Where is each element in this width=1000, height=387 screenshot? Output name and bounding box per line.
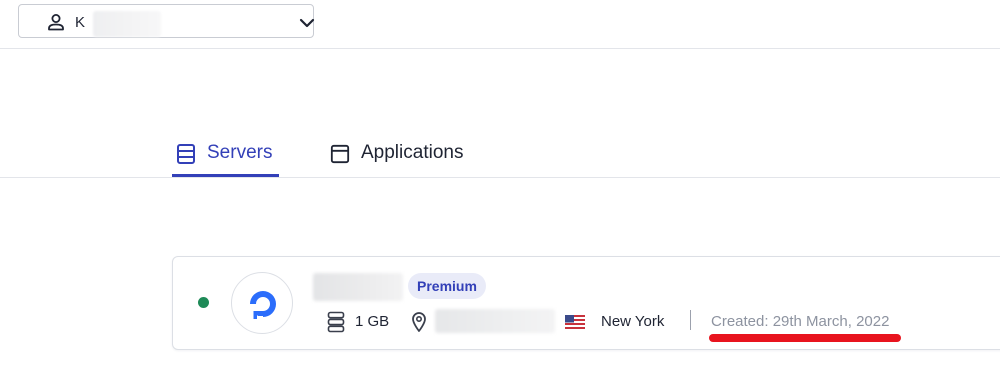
meta-divider (690, 310, 691, 330)
redacted-ip-address (435, 309, 555, 333)
plan-badge: Premium (408, 273, 486, 299)
tab-servers[interactable]: Servers (172, 140, 279, 177)
tab-applications[interactable]: Applications (326, 140, 486, 177)
digitalocean-logo (250, 291, 276, 319)
redacted-account-name (93, 11, 161, 37)
server-stack-icon (177, 144, 195, 164)
tab-bar: Servers Applications (0, 128, 1000, 178)
window-icon (330, 144, 350, 164)
us-flag-icon (565, 315, 585, 329)
tab-applications-label: Applications (361, 142, 464, 163)
chevron-down-icon[interactable] (299, 17, 315, 29)
location-pin-icon (412, 312, 426, 332)
redacted-server-name (313, 273, 403, 301)
server-meta-row: 1 GB New York Created: 29th March, 2022 (323, 309, 1000, 335)
provider-logo (231, 272, 293, 334)
app-frame: K Servers Applications Premium 1 GB New … (0, 0, 1000, 387)
created-date: Created: 29th March, 2022 (711, 313, 890, 330)
status-indicator (198, 297, 209, 308)
server-size: 1 GB (355, 313, 390, 330)
account-selector[interactable]: K (18, 4, 315, 38)
highlight-underline (709, 334, 901, 342)
top-header: K (0, 0, 1000, 49)
user-icon (48, 14, 64, 31)
tab-servers-label: Servers (207, 142, 273, 163)
server-region: New York (601, 313, 665, 330)
server-stack-icon (327, 311, 345, 333)
